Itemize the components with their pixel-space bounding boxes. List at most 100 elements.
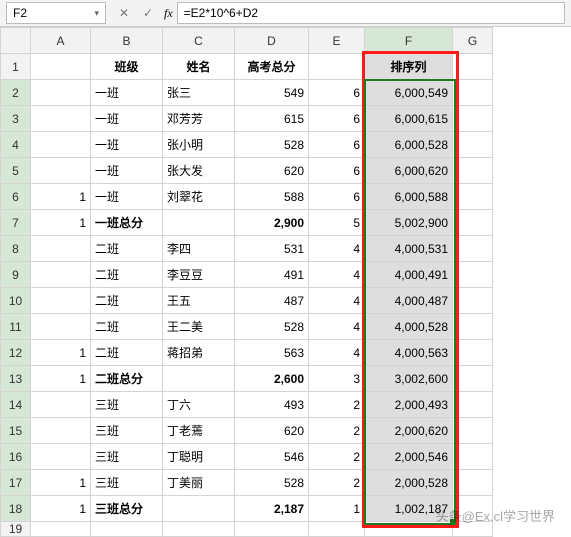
header-cell[interactable]: 高考总分 <box>235 54 309 80</box>
cell[interactable]: 2 <box>309 470 365 496</box>
row-header[interactable]: 13 <box>1 366 31 392</box>
row-header[interactable]: 5 <box>1 158 31 184</box>
cell[interactable]: 2,600 <box>235 366 309 392</box>
cell[interactable] <box>31 158 91 184</box>
cell[interactable]: 4,000,563 <box>365 340 453 366</box>
cell[interactable]: 3 <box>309 366 365 392</box>
col-header-C[interactable]: C <box>163 28 235 54</box>
cell[interactable]: 一班 <box>91 158 163 184</box>
cell[interactable]: 549 <box>235 80 309 106</box>
row-header[interactable]: 15 <box>1 418 31 444</box>
cell[interactable] <box>31 418 91 444</box>
cell[interactable] <box>309 522 365 537</box>
cell[interactable]: 1 <box>309 496 365 522</box>
cell[interactable]: 蒋招弟 <box>163 340 235 366</box>
cell[interactable]: 二班 <box>91 262 163 288</box>
row-header[interactable]: 8 <box>1 236 31 262</box>
row-header[interactable]: 1 <box>1 54 31 80</box>
row-header[interactable]: 18 <box>1 496 31 522</box>
cell[interactable]: 491 <box>235 262 309 288</box>
cell[interactable]: 三班 <box>91 470 163 496</box>
cell[interactable]: 张三 <box>163 80 235 106</box>
cell[interactable]: 3,002,600 <box>365 366 453 392</box>
cell[interactable] <box>91 522 163 537</box>
cell[interactable]: 1 <box>31 496 91 522</box>
cell[interactable]: 张小明 <box>163 132 235 158</box>
cell[interactable] <box>31 444 91 470</box>
cell[interactable] <box>453 496 493 522</box>
cell[interactable] <box>163 496 235 522</box>
cell[interactable]: 1,002,187 <box>365 496 453 522</box>
cell[interactable]: 4,000,531 <box>365 236 453 262</box>
cell[interactable]: 6,000,615 <box>365 106 453 132</box>
header-cell[interactable] <box>31 54 91 80</box>
row-header[interactable]: 10 <box>1 288 31 314</box>
cell[interactable] <box>31 80 91 106</box>
formula-input[interactable]: =E2*10^6+D2 <box>177 2 565 24</box>
cell[interactable]: 4 <box>309 262 365 288</box>
row-header[interactable]: 16 <box>1 444 31 470</box>
cell[interactable]: 丁老蔫 <box>163 418 235 444</box>
cell[interactable]: 三班 <box>91 418 163 444</box>
cell[interactable]: 一班 <box>91 106 163 132</box>
cell[interactable]: 6 <box>309 184 365 210</box>
cell[interactable]: 刘翠花 <box>163 184 235 210</box>
cell[interactable]: 丁聪明 <box>163 444 235 470</box>
row-header[interactable]: 6 <box>1 184 31 210</box>
cell[interactable]: 6,000,620 <box>365 158 453 184</box>
cell[interactable]: 王二美 <box>163 314 235 340</box>
cell[interactable]: 4 <box>309 314 365 340</box>
cell[interactable]: 588 <box>235 184 309 210</box>
cell[interactable] <box>453 340 493 366</box>
cell[interactable]: 6 <box>309 106 365 132</box>
cell[interactable] <box>453 106 493 132</box>
cell[interactable] <box>453 470 493 496</box>
header-cell[interactable]: 排序列 <box>365 54 453 80</box>
cell[interactable] <box>365 522 453 537</box>
cell[interactable]: 528 <box>235 132 309 158</box>
cell[interactable]: 2,000,528 <box>365 470 453 496</box>
cell[interactable]: 二班 <box>91 236 163 262</box>
cell[interactable]: 王五 <box>163 288 235 314</box>
cell[interactable]: 546 <box>235 444 309 470</box>
cell[interactable]: 张大发 <box>163 158 235 184</box>
col-header-B[interactable]: B <box>91 28 163 54</box>
cell[interactable] <box>453 522 493 537</box>
cell[interactable]: 二班总分 <box>91 366 163 392</box>
cell[interactable]: 一班总分 <box>91 210 163 236</box>
cell[interactable]: 620 <box>235 418 309 444</box>
col-header-G[interactable]: G <box>453 28 493 54</box>
cell[interactable]: 二班 <box>91 288 163 314</box>
header-cell[interactable]: 班级 <box>91 54 163 80</box>
fx-icon[interactable]: fx <box>164 6 173 21</box>
cell[interactable]: 1 <box>31 366 91 392</box>
cell[interactable]: 邓芳芳 <box>163 106 235 132</box>
col-header-E[interactable]: E <box>309 28 365 54</box>
cell[interactable]: 487 <box>235 288 309 314</box>
row-header[interactable]: 3 <box>1 106 31 132</box>
cell[interactable]: 528 <box>235 470 309 496</box>
cell[interactable]: 1 <box>31 340 91 366</box>
cell[interactable]: 5,002,900 <box>365 210 453 236</box>
cell[interactable]: 4,000,491 <box>365 262 453 288</box>
cell[interactable]: 6 <box>309 158 365 184</box>
cell[interactable]: 493 <box>235 392 309 418</box>
col-header-D[interactable]: D <box>235 28 309 54</box>
cell[interactable]: 二班 <box>91 314 163 340</box>
cell[interactable]: 丁六 <box>163 392 235 418</box>
cell[interactable]: 6 <box>309 132 365 158</box>
header-cell[interactable] <box>309 54 365 80</box>
cell[interactable]: 6,000,549 <box>365 80 453 106</box>
cell[interactable] <box>453 184 493 210</box>
cell[interactable]: 2,000,493 <box>365 392 453 418</box>
cell[interactable]: 615 <box>235 106 309 132</box>
row-header[interactable]: 11 <box>1 314 31 340</box>
cell[interactable]: 4 <box>309 236 365 262</box>
cell[interactable] <box>453 444 493 470</box>
row-header[interactable]: 2 <box>1 80 31 106</box>
cell[interactable] <box>453 392 493 418</box>
cell[interactable]: 2,187 <box>235 496 309 522</box>
cell[interactable]: 2,900 <box>235 210 309 236</box>
cell[interactable]: 6,000,588 <box>365 184 453 210</box>
cell[interactable]: 三班 <box>91 392 163 418</box>
